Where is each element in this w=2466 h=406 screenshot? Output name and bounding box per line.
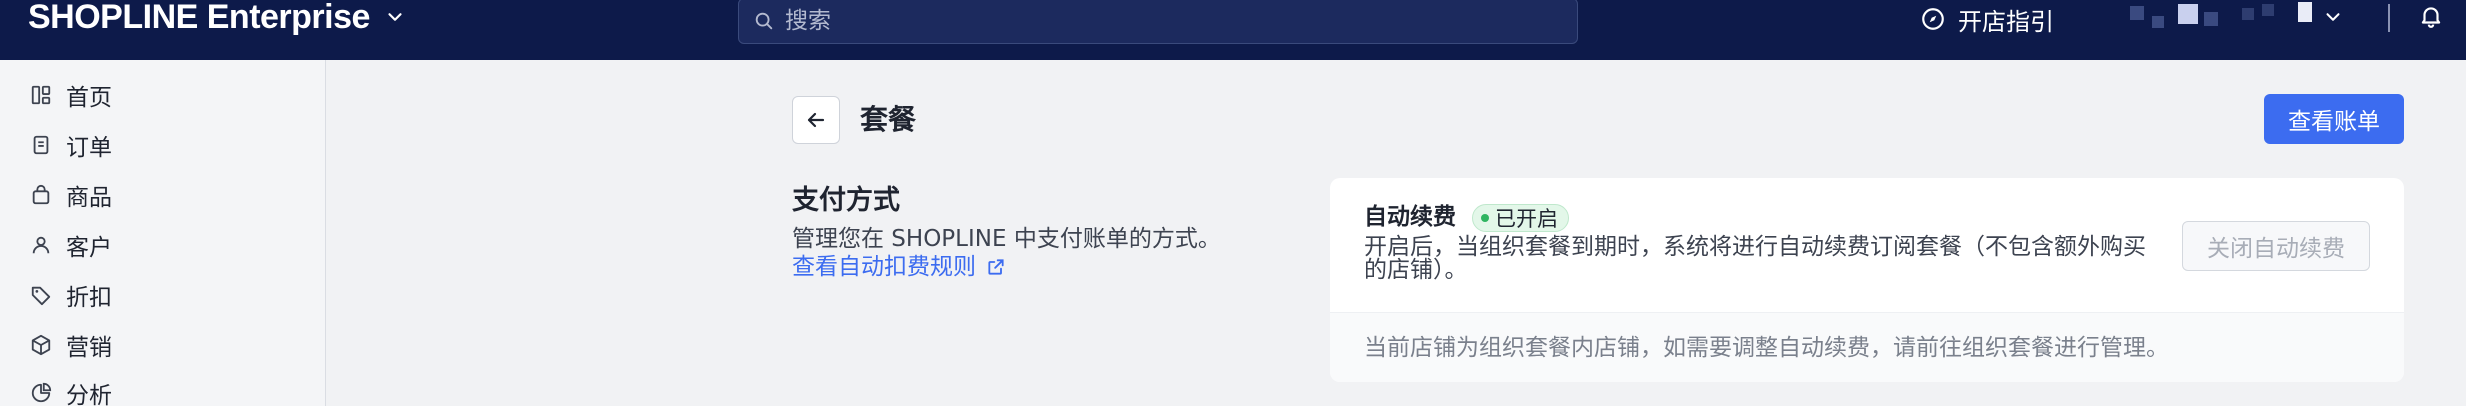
- payment-section-title: 支付方式: [792, 185, 900, 216]
- pie-icon: [31, 382, 52, 403]
- compass-icon: [1922, 8, 1944, 30]
- auto-renew-description: 开启后，当组织套餐到期时，系统将进行自动续费订阅套餐（不包含额外购买的店铺）。: [1364, 234, 2146, 283]
- sidebar-item-label: 订单: [66, 135, 112, 161]
- account-avatar[interactable]: [2130, 2, 2220, 30]
- payment-section-description: 管理您在 SHOPLINE 中支付账单的方式。: [792, 226, 1221, 252]
- disable-auto-renew-button[interactable]: 关闭自动续费: [2182, 221, 2370, 271]
- account-chevron-down-icon[interactable]: [2322, 6, 2344, 28]
- search-box[interactable]: [738, 0, 1578, 44]
- sidebar-item-label: 折扣: [66, 285, 112, 311]
- page-title: 套餐: [860, 103, 917, 136]
- auto-charge-rules-link[interactable]: 查看自动扣费规则: [792, 252, 1006, 282]
- sidebar-item-products[interactable]: 商品: [30, 178, 112, 212]
- search-input[interactable]: [785, 8, 1545, 34]
- search-icon: [755, 12, 773, 30]
- auto-renew-card: 自动续费 已开启 开启后，当组织套餐到期时，系统将进行自动续费订阅套餐（不包含额…: [1330, 178, 2404, 382]
- bell-icon[interactable]: [2418, 2, 2444, 30]
- sidebar-item-analytics[interactable]: 分析: [30, 376, 112, 406]
- sidebar-item-label: 商品: [66, 185, 112, 211]
- brand-logo: SHOPLINE Enterprise: [28, 0, 370, 36]
- cube-icon: [31, 334, 51, 356]
- sidebar-item-marketing[interactable]: 营销: [30, 328, 112, 362]
- sidebar-item-discounts[interactable]: 折扣: [30, 278, 112, 312]
- auto-charge-rules-link-label: 查看自动扣费规则: [792, 254, 976, 280]
- auto-renew-card-body: 自动续费 已开启 开启后，当组织套餐到期时，系统将进行自动续费订阅套餐（不包含额…: [1330, 178, 2404, 312]
- sidebar-item-label: 分析: [66, 383, 112, 406]
- status-dot: [1481, 214, 1489, 222]
- view-bill-button[interactable]: 查看账单: [2264, 94, 2404, 144]
- dashboard-icon: [31, 85, 51, 105]
- sidebar-item-label: 客户: [66, 235, 112, 261]
- account-name-pixels: [2242, 2, 2312, 22]
- bag-icon: [32, 184, 50, 205]
- store-setup-guide-label: 开店指引: [1958, 7, 2054, 36]
- auto-renew-note: 当前店铺为组织套餐内店铺，如需要调整自动续费，请前往组织套餐进行管理。: [1364, 335, 2169, 361]
- brand-switcher[interactable]: SHOPLINE Enterprise: [28, 0, 406, 36]
- auto-renew-card-footer: 当前店铺为组织套餐内店铺，如需要调整自动续费，请前往组织套餐进行管理。: [1330, 312, 2404, 382]
- sidebar-item-orders[interactable]: 订单: [30, 128, 112, 162]
- top-navigation-bar: SHOPLINE Enterprise 开店指引: [0, 0, 2466, 60]
- auto-renew-title: 自动续费: [1364, 204, 1456, 230]
- sidebar-item-customers[interactable]: 客户: [30, 228, 112, 262]
- sidebar: 首页 订单 商品 客户 折扣 营销 分析: [0, 60, 326, 406]
- store-setup-guide-button[interactable]: 开店指引: [1920, 0, 2054, 38]
- sidebar-item-label: 首页: [66, 85, 112, 111]
- status-badge-label: 已开启: [1495, 207, 1558, 231]
- topbar-divider: [2388, 4, 2390, 32]
- back-button[interactable]: [792, 96, 840, 144]
- status-badge: 已开启: [1472, 204, 1569, 232]
- sidebar-item-label: 营销: [66, 335, 112, 361]
- sidebar-item-home[interactable]: 首页: [30, 78, 112, 112]
- person-icon: [32, 236, 50, 254]
- external-link-icon: [988, 259, 1004, 275]
- tag-icon: [31, 286, 51, 306]
- order-icon: [33, 135, 49, 155]
- arrow-left-icon: [807, 112, 825, 128]
- chevron-down-icon: [388, 13, 402, 21]
